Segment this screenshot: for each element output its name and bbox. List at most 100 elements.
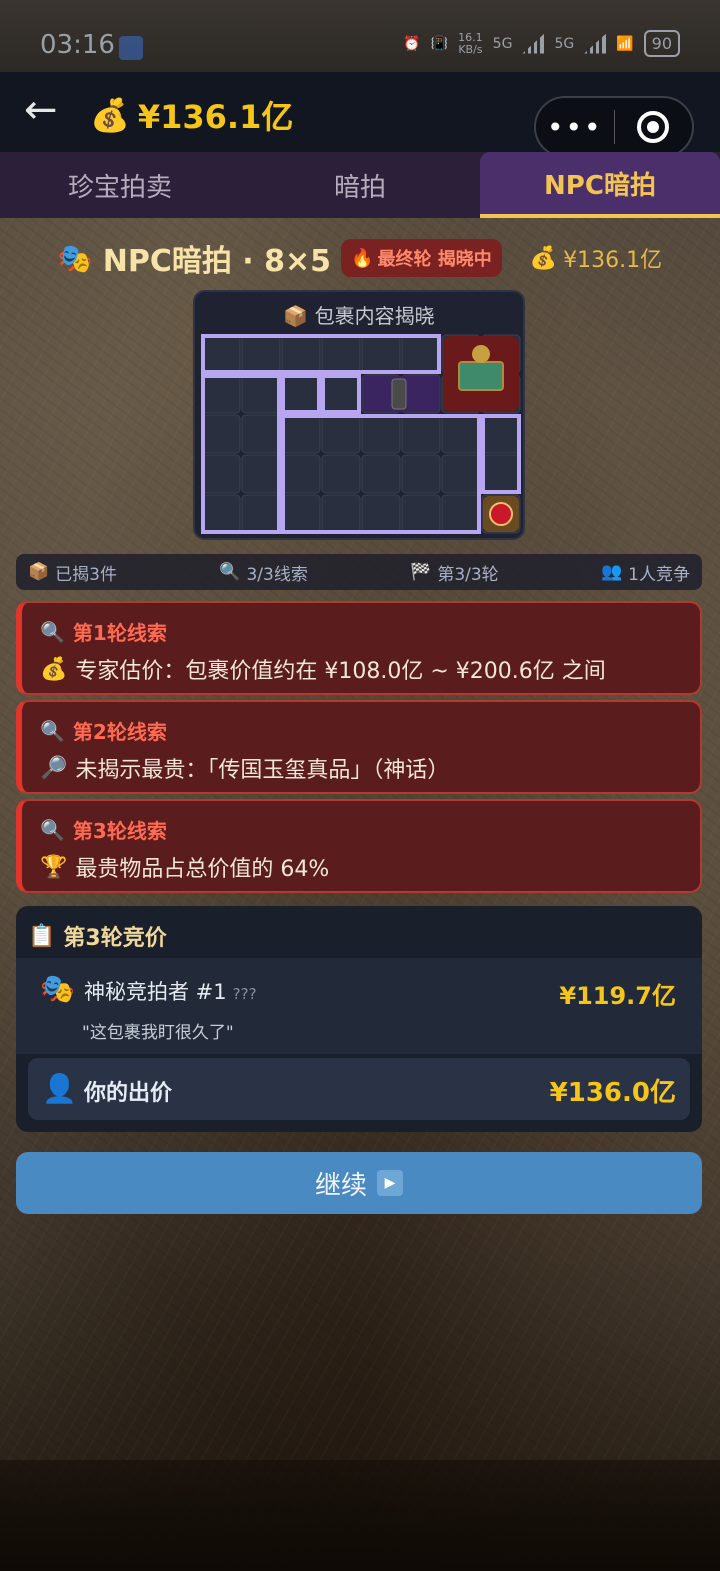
money-bag-icon: 💰	[40, 656, 68, 682]
grid-cell	[321, 414, 361, 454]
grid-cell	[281, 374, 321, 414]
stat-competitors: 👥 1人竞争	[601, 560, 690, 585]
grid-cell	[201, 334, 241, 374]
bidding-panel: 📋 第3轮竞价 🎭 神秘竞拍者 #1??? "这包裹我盯很久了" ¥119.7亿…	[16, 906, 702, 1132]
clue-title-label: 第3轮线索	[72, 819, 167, 843]
final-round-badge-label: 最终轮 揭晓中	[377, 249, 492, 270]
status-bar: 03:16 ⏰ 📳 16.1 KB/s 5G 5G 📶 90	[0, 0, 720, 72]
continue-button[interactable]: 继续 ▶	[16, 1152, 702, 1214]
package-grid	[201, 334, 521, 534]
clue-text: 🏆 最贵物品占总价值的 64%	[40, 851, 329, 883]
grid-cell	[441, 454, 481, 494]
stat-revealed: 📦 已揭3件	[28, 560, 117, 585]
tab-treasure-auction[interactable]: 珍宝拍卖	[0, 152, 240, 218]
alarm-icon: ⏰	[403, 35, 421, 52]
continue-label: 继续	[314, 1170, 367, 1201]
grid-cell	[401, 454, 441, 494]
grid-cell	[241, 374, 281, 414]
clue-title-label: 第2轮线索	[72, 720, 167, 744]
stat-competitors-value: 1人竞争	[628, 564, 690, 585]
back-arrow-icon[interactable]: ←	[24, 90, 58, 130]
network-rate: 16.1 KB/s	[458, 30, 483, 56]
vibrate-icon: 📳	[430, 35, 449, 52]
stats-bar: 📦 已揭3件 🔍 3/3线索 🏁 第3/3轮 👥 1人竞争	[16, 554, 702, 590]
user-icon: 👤	[42, 1072, 77, 1105]
tab-npc-blind-auction[interactable]: NPC暗拍	[480, 152, 720, 218]
grid-cell	[281, 454, 321, 494]
clue-title: 🔍 第1轮线索	[40, 617, 167, 646]
clue-card: 🔍 第1轮线索 💰 专家估价：包裹价值约在 ¥108.0亿 ~ ¥200.6亿 之间	[16, 601, 702, 695]
stone-seal-icon	[391, 378, 407, 410]
final-round-badge: 🔥 最终轮 揭晓中	[341, 239, 502, 277]
trophy-icon: 🏆	[40, 854, 68, 880]
clue-card: 🔍 第3轮线索 🏆 最贵物品占总价值的 64%	[16, 799, 702, 893]
grid-cell	[321, 494, 361, 534]
npc-bid-price: ¥119.7亿	[559, 982, 676, 1010]
clue-card: 🔍 第2轮线索 🔎 未揭示最贵：「传国玉玺真品」（神话）	[16, 700, 702, 794]
round-balance-value: ¥136.1亿	[563, 248, 663, 273]
grid-cell	[401, 494, 441, 534]
grid-cell	[321, 334, 361, 374]
tab-blind-auction[interactable]: 暗拍	[240, 152, 480, 218]
header-balance-value: ¥136.1亿	[137, 98, 294, 136]
status-indicators: ⏰ 📳 16.1 KB/s 5G 5G 📶 90	[403, 30, 680, 57]
grid-cell	[241, 494, 281, 534]
grid-cell	[361, 334, 401, 374]
grid-cell	[281, 414, 321, 454]
dragon-knob-icon	[472, 345, 490, 363]
grid-cell	[361, 494, 401, 534]
stat-clues: 🔍 3/3线索	[219, 560, 308, 585]
package-reveal-title: 📦 包裹内容揭晓	[195, 300, 523, 329]
masks-icon: 🎭	[57, 241, 93, 275]
magnifier-icon: 🔍	[40, 619, 65, 644]
magnifier-icon: 🔎	[40, 755, 68, 781]
clue-title: 🔍 第3轮线索	[40, 815, 167, 844]
money-bag-icon: 💰	[529, 245, 558, 271]
round-title: NPC暗拍 · 8×5	[102, 244, 332, 279]
grid-cell	[281, 334, 321, 374]
my-bid-label: 你的出价	[84, 1081, 173, 1106]
npc-quote: "这包裹我盯很久了"	[82, 1023, 234, 1043]
grid-cell	[361, 414, 401, 454]
grid-cell	[201, 374, 241, 414]
checkered-flag-icon: 🏁	[410, 562, 432, 582]
bidding-title: 📋 第3轮竞价	[28, 920, 167, 952]
jade-seal-icon	[458, 361, 504, 391]
clue-text-label: 最贵物品占总价值的 64%	[75, 857, 330, 882]
magnifier-icon: 🔍	[40, 817, 65, 842]
ruby-icon	[489, 502, 513, 526]
npc-tag: ???	[232, 985, 257, 1003]
grid-cell	[201, 454, 241, 494]
grid-cell	[441, 414, 481, 454]
grid-cell	[321, 374, 361, 414]
more-menu-button[interactable]: •••	[536, 111, 614, 144]
package-icon: 📦	[28, 562, 50, 582]
grid-cell	[241, 454, 281, 494]
battery-level: 90	[643, 30, 680, 57]
network-rate-unit: KB/s	[458, 42, 483, 56]
users-icon: 👥	[601, 562, 623, 582]
grid-cell	[321, 454, 361, 494]
clipboard-icon: 📋	[28, 923, 56, 949]
play-icon: ▶	[377, 1170, 403, 1196]
clue-text: 💰 专家估价：包裹价值约在 ¥108.0亿 ~ ¥200.6亿 之间	[40, 653, 606, 685]
magnifier-icon: 🔍	[219, 562, 241, 582]
stat-revealed-value: 已揭3件	[55, 564, 117, 585]
npc-name-label: 神秘竞拍者 #1	[84, 980, 227, 1004]
grid-cell	[241, 414, 281, 454]
network-rate-value: 16.1	[458, 30, 483, 44]
masks-icon: 🎭	[40, 972, 75, 1005]
my-bid-row: 👤 你的出价 ¥136.0亿	[28, 1058, 690, 1120]
package-icon: 📦	[283, 304, 309, 328]
close-miniprogram-button[interactable]	[614, 111, 692, 143]
status-time: 03:16	[40, 30, 115, 60]
clue-text: 🔎 未揭示最贵：「传国玉玺真品」（神话）	[40, 752, 449, 784]
target-icon	[637, 111, 670, 143]
signal-5g-label-1: 5G	[492, 35, 513, 52]
auction-tabs: 珍宝拍卖 暗拍 NPC暗拍	[0, 152, 720, 218]
npc-bid-row: 🎭 神秘竞拍者 #1??? "这包裹我盯很久了" ¥119.7亿	[16, 958, 702, 1054]
clue-text-label: 未揭示最贵：「传国玉玺真品」（神话）	[75, 758, 450, 783]
header-balance: 💰 ¥136.1亿	[90, 92, 293, 138]
fire-icon: 🔥	[351, 247, 374, 269]
grid-cell	[201, 494, 241, 534]
